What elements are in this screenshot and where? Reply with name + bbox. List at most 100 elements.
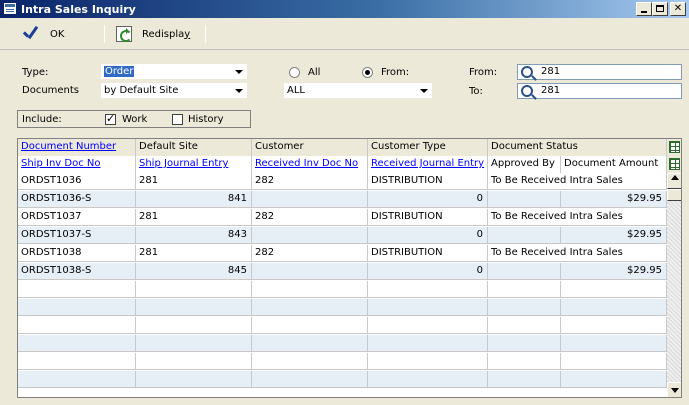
work-checkbox[interactable]: [105, 112, 116, 125]
cell-customer-type: 0: [368, 263, 488, 280]
from-label: From:: [469, 67, 498, 78]
cell-document-number: [18, 281, 136, 298]
col-header-received-journal-entry[interactable]: Received Journal Entry: [368, 156, 488, 173]
type-dropdown[interactable]: Order: [101, 64, 247, 79]
arrow-down-icon: [671, 388, 679, 393]
cell-document-amount: $29.95: [561, 263, 667, 280]
cell-document-number: ORDST1038-S: [18, 263, 136, 280]
checkmark-icon: [20, 25, 40, 43]
documents-value: by Default Site: [104, 85, 179, 96]
table-row[interactable]: [18, 335, 667, 352]
cell-default-site: [136, 281, 252, 298]
minimize-button[interactable]: [636, 2, 652, 16]
cell-customer-type: DISTRIBUTION: [368, 209, 488, 226]
cell-customer: [252, 263, 368, 280]
grid-subheader-row: Ship Inv Doc No Ship Journal Entry Recei…: [18, 156, 667, 173]
cell-customer: [252, 227, 368, 244]
table-row[interactable]: ORDST1037 281 282 DISTRIBUTION To Be Receive…: [18, 209, 667, 226]
col-header-customer-type[interactable]: Customer Type: [368, 139, 488, 156]
table-row[interactable]: [18, 317, 667, 334]
cell-customer-type: [368, 299, 488, 316]
cell-document-status: To Be Received Intra Sales: [488, 173, 667, 190]
table-row[interactable]: ORDST1038 281 282 DISTRIBUTION To Be Receive…: [18, 245, 667, 262]
table-row[interactable]: [18, 299, 667, 316]
cell-default-site: [136, 317, 252, 334]
history-checkbox[interactable]: [172, 114, 183, 125]
cell-customer: [252, 353, 368, 370]
col-header-approved-by[interactable]: Approved By: [488, 156, 561, 173]
table-row[interactable]: ORDST1037-S 843 0 $29.95: [18, 227, 667, 244]
cell-document-number: ORDST1037: [18, 209, 136, 226]
type-value: Order: [104, 66, 135, 77]
ok-button[interactable]: OK: [20, 24, 64, 44]
vertical-scrollbar[interactable]: [667, 173, 681, 397]
documents-label: Documents: [22, 85, 80, 96]
to-value: 281: [541, 85, 561, 96]
maximize-icon: [656, 5, 664, 12]
cell-document-amount: [561, 317, 667, 334]
cell-document-number: ORDST1038: [18, 245, 136, 262]
cell-approved-by: [488, 191, 561, 208]
magnifier-icon[interactable]: [521, 85, 533, 97]
col-header-ship-journal-entry[interactable]: Ship Journal Entry: [136, 156, 252, 173]
grid-header-row: Document Number Default Site Customer Cu…: [18, 139, 667, 156]
redisplay-label-accel: y: [184, 28, 191, 40]
range-dropdown[interactable]: ALL: [284, 83, 432, 98]
cell-customer: 282: [252, 245, 368, 262]
cell-approved-by: [488, 227, 561, 244]
cell-approved-by: [488, 335, 561, 352]
cell-customer: [252, 191, 368, 208]
cell-document-number: [18, 299, 136, 316]
window-icon: [3, 2, 17, 15]
col-header-ship-inv-doc-no[interactable]: Ship Inv Doc No: [18, 156, 136, 173]
cell-document-number: ORDST1037-S: [18, 227, 136, 244]
refresh-icon: [116, 26, 132, 42]
grid-options-button[interactable]: [667, 139, 681, 156]
from-radio[interactable]: [362, 67, 373, 78]
col-header-default-site[interactable]: Default Site: [136, 139, 252, 156]
to-label: To:: [469, 86, 483, 97]
cell-customer-type: [368, 335, 488, 352]
documents-dropdown[interactable]: by Default Site: [101, 83, 247, 98]
magnifier-icon[interactable]: [521, 66, 533, 78]
cell-default-site: [136, 371, 252, 388]
table-row[interactable]: ORDST1036-S 841 0 $29.95: [18, 191, 667, 208]
cell-document-number: [18, 317, 136, 334]
table-row[interactable]: [18, 353, 667, 370]
table-row[interactable]: ORDST1036 281 282 DISTRIBUTION To Be Receive…: [18, 173, 667, 190]
col-header-received-inv-doc-no[interactable]: Received Inv Doc No: [252, 156, 368, 173]
all-radio[interactable]: [289, 67, 300, 78]
col-header-document-status[interactable]: Document Status: [488, 139, 667, 156]
chevron-down-icon: [420, 89, 428, 93]
title-bar: Intra Sales Inquiry ✕: [0, 0, 689, 18]
cell-default-site: 843: [136, 227, 252, 244]
from-field[interactable]: 281: [517, 64, 682, 80]
scroll-up-button[interactable]: [667, 173, 681, 189]
ok-label: OK: [50, 28, 65, 40]
cell-approved-by: [488, 371, 561, 388]
cell-default-site: 845: [136, 263, 252, 280]
scroll-thumb[interactable]: [667, 189, 681, 201]
table-row[interactable]: [18, 371, 667, 388]
grid-icon: [669, 141, 680, 153]
cell-approved-by: [488, 263, 561, 280]
col-header-document-number[interactable]: Document Number: [18, 139, 136, 156]
cell-approved-by: [488, 353, 561, 370]
close-button[interactable]: ✕: [670, 2, 686, 16]
table-row[interactable]: ORDST1038-S 845 0 $29.95: [18, 263, 667, 280]
chevron-down-icon: [235, 89, 243, 93]
scroll-down-button[interactable]: [667, 382, 681, 397]
redisplay-button[interactable]: Redisplay: [116, 24, 190, 44]
grid-expand-button[interactable]: [667, 156, 681, 173]
cell-document-amount: [561, 335, 667, 352]
maximize-button[interactable]: [652, 2, 668, 16]
all-radio-label: All: [308, 67, 321, 78]
to-field[interactable]: 281: [517, 83, 682, 99]
arrow-up-icon: [671, 175, 679, 180]
col-header-document-amount[interactable]: Document Amount: [561, 156, 667, 173]
cell-customer: 282: [252, 209, 368, 226]
cell-document-status: To Be Received Intra Sales: [488, 245, 667, 262]
history-label: History: [188, 114, 224, 125]
table-row[interactable]: [18, 281, 667, 298]
col-header-customer[interactable]: Customer: [252, 139, 368, 156]
